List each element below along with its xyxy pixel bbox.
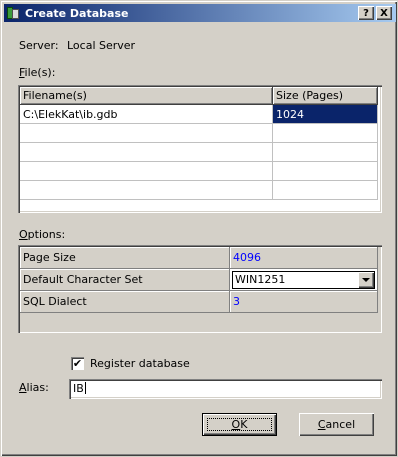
sql-dialect-value[interactable]: 3 [230,291,378,313]
option-row-page-size[interactable]: Page Size 4096 [20,247,380,269]
options-label: Options: [19,228,65,241]
checkmark-icon: ✔ [72,357,83,370]
server-label: Server: [19,39,59,52]
filename-cell[interactable] [20,162,273,181]
filename-cell[interactable] [20,143,273,162]
alias-label: Alias: [19,381,49,394]
table-row[interactable] [20,124,380,143]
files-label-rest: ile(s): [24,66,56,79]
create-database-dialog: Create Database ? X Server: Local Server… [0,0,398,457]
alias-input[interactable]: IB [69,379,382,399]
text-caret [84,382,86,394]
page-size-value[interactable]: 4096 [230,247,378,269]
title-bar[interactable]: Create Database ? X [4,4,396,22]
register-database-label[interactable]: Register database [90,357,190,370]
table-row[interactable] [20,143,380,162]
server-value: Local Server [67,39,136,52]
option-row-charset[interactable]: Default Character Set WIN1251 [20,269,380,291]
size-cell[interactable]: 1024 [273,105,378,124]
table-row[interactable] [20,162,380,181]
filename-cell[interactable] [20,181,273,200]
cancel-label: Cancel [318,418,355,431]
help-icon: ? [363,7,369,19]
window-title: Create Database [25,6,129,20]
options-label-rest: ptions: [27,228,66,241]
size-cell[interactable] [273,124,378,143]
filename-cell[interactable] [20,124,273,143]
register-database-checkbox[interactable]: ✔ [71,357,84,370]
alias-label-rest: lias: [26,381,49,394]
option-name: SQL Dialect [20,291,230,313]
files-label: File(s): [19,66,55,79]
charset-value: WIN1251 [235,273,286,286]
size-cell[interactable] [273,162,378,181]
alias-label-hotkey: A [19,381,27,394]
focus-rect [207,418,272,431]
charset-combobox[interactable]: WIN1251 [232,271,375,289]
chevron-down-icon [362,278,370,282]
files-grid-header: Filename(s) Size (Pages) [20,87,380,105]
table-row[interactable] [20,181,380,200]
filename-cell[interactable]: C:\ElekKat\ib.gdb [20,105,273,124]
column-header-filename[interactable]: Filename(s) [20,87,273,105]
option-name: Page Size [20,247,230,269]
column-header-size[interactable]: Size (Pages) [273,87,378,105]
alias-value: IB [73,382,84,395]
files-grid[interactable]: Filename(s) Size (Pages) C:\ElekKat\ib.g… [18,85,382,213]
close-button[interactable]: X [376,6,392,20]
options-grid[interactable]: Page Size 4096 Default Character Set WIN… [18,245,382,333]
charset-dropdown-button[interactable] [358,272,374,288]
option-row-sql-dialect[interactable]: SQL Dialect 3 [20,291,380,313]
cancel-hotkey: C [317,418,326,431]
charset-cell[interactable]: WIN1251 [230,269,378,291]
size-cell[interactable] [273,143,378,162]
options-label-hotkey: O [19,228,28,241]
close-icon: X [380,7,388,19]
help-button[interactable]: ? [358,6,374,20]
ok-button[interactable]: OK [202,413,277,436]
option-name: Default Character Set [20,269,230,291]
size-cell[interactable] [273,181,378,200]
cancel-rest: ancel [325,418,356,431]
table-row[interactable]: C:\ElekKat\ib.gdb 1024 [20,105,380,124]
cancel-button[interactable]: Cancel [299,413,374,436]
database-app-icon [7,6,21,20]
